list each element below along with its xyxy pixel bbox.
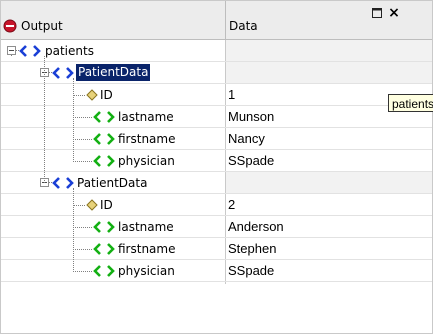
close-icon[interactable]: ×: [387, 5, 401, 21]
tree-line: [11, 55, 12, 56]
tree-line: [73, 78, 74, 162]
tree-line: [73, 188, 74, 272]
minus-circle-icon[interactable]: [3, 19, 17, 33]
xml-child-element-icon: [93, 111, 115, 123]
xml-attribute-icon: [86, 89, 98, 101]
row-divider: [1, 281, 432, 282]
value-cell: [226, 62, 432, 83]
xml-child-element-icon: [93, 243, 115, 255]
tree-row-root[interactable]: patients: [1, 40, 432, 62]
field-value[interactable]: SSpade: [228, 153, 274, 169]
tree-line: [16, 50, 19, 51]
field-value[interactable]: SSpade: [228, 263, 274, 279]
value-cell: [226, 194, 432, 215]
field-label: ID: [100, 198, 113, 212]
field-value[interactable]: Anderson: [228, 219, 284, 235]
node-label-selected[interactable]: PatientData: [76, 64, 151, 81]
xml-attribute-icon: [86, 199, 98, 211]
tree-row-field[interactable]: lastname Munson: [1, 106, 432, 128]
field-value[interactable]: 2: [228, 197, 235, 213]
column-header: Output Data ×: [1, 1, 432, 40]
field-value[interactable]: Stephen: [228, 241, 276, 257]
data-column-header[interactable]: Data: [229, 18, 258, 34]
xml-child-element-icon: [93, 133, 115, 145]
tree-row-group[interactable]: PatientData: [1, 62, 432, 84]
tree-row-attribute[interactable]: ID 2: [1, 194, 432, 216]
xml-element-icon: [52, 177, 74, 189]
tooltip: patients: [388, 94, 433, 112]
field-value[interactable]: Nancy: [228, 131, 265, 147]
tree-row-field[interactable]: firstname Stephen: [1, 238, 432, 260]
tree-row-field[interactable]: lastname Anderson: [1, 216, 432, 238]
tree-line: [49, 182, 52, 183]
column-divider[interactable]: [225, 1, 226, 39]
field-label: lastname: [118, 220, 174, 234]
tree-line: [73, 117, 92, 118]
field-label: ID: [100, 88, 113, 102]
field-value[interactable]: 1: [228, 87, 235, 103]
xml-child-element-icon: [93, 265, 115, 277]
value-cell: [226, 172, 432, 193]
field-label: firstname: [118, 132, 176, 146]
tree-line: [73, 271, 92, 272]
tree-row-field[interactable]: firstname Nancy: [1, 128, 432, 150]
tree-line: [73, 227, 92, 228]
field-label: physician: [118, 154, 175, 168]
field-label: firstname: [118, 242, 176, 256]
collapse-toggle[interactable]: [7, 46, 16, 55]
output-column-header[interactable]: Output: [21, 18, 63, 34]
tree-view: patients PatientData ID 1 lastname Munso…: [1, 40, 432, 334]
tree-line: [73, 249, 92, 250]
tree-line: [73, 161, 92, 162]
tree-row-field[interactable]: physician SSpade: [1, 260, 432, 282]
xml-element-icon: [19, 45, 41, 57]
value-cell: [226, 40, 432, 61]
node-label: patients: [45, 44, 94, 58]
xml-child-element-icon: [93, 155, 115, 167]
xml-child-element-icon: [93, 221, 115, 233]
tree-row-field[interactable]: physician SSpade: [1, 150, 432, 172]
field-value[interactable]: Munson: [228, 109, 274, 125]
tree-line: [49, 72, 52, 73]
field-label: physician: [118, 264, 175, 278]
tree-line: [73, 205, 85, 206]
field-label: lastname: [118, 110, 174, 124]
tree-row-group[interactable]: PatientData: [1, 172, 432, 194]
tree-line: [73, 139, 92, 140]
tree-line: [44, 56, 45, 183]
tree-row-attribute[interactable]: ID 1: [1, 84, 432, 106]
node-label[interactable]: PatientData: [77, 175, 147, 191]
xml-element-icon: [52, 67, 74, 79]
tree-line: [73, 95, 85, 96]
restore-window-icon[interactable]: [372, 8, 382, 18]
output-panel: Output Data × patients PatientData ID 1 …: [0, 0, 433, 334]
